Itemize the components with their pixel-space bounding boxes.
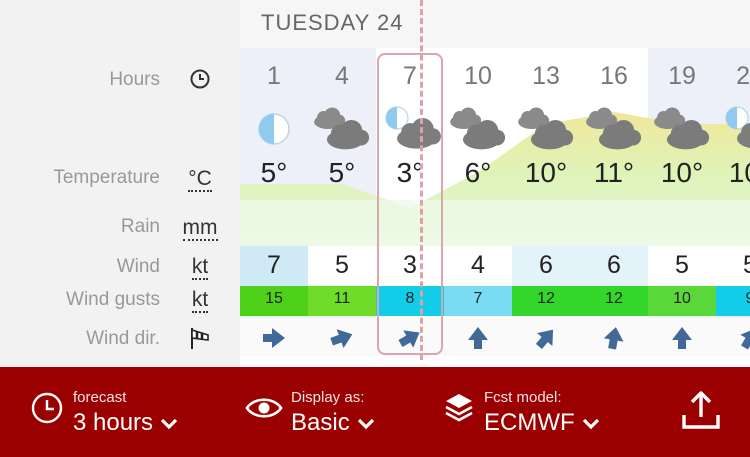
forecast-step-value: 3 hours [73,409,154,436]
cloudy-icon [308,104,376,154]
clock-icon [182,68,218,96]
wind-speed-value: 5 [335,251,349,279]
wind-speed-value: 6 [607,251,621,279]
display-mode-label: Display as: [291,389,365,406]
chevron-down-icon [160,418,178,429]
temperature-value: 10° [524,157,568,188]
forecast-table[interactable]: TUESDAY 24 1 5° 7 15 4 5° 5 11 7 3° 3 8 … [240,0,750,367]
wind-speed-value: 5 [716,251,750,280]
temperature-label: Temperature [53,167,160,188]
display-mode-value: Basic [291,409,350,436]
hours-label: Hours [109,69,160,90]
layers-icon [443,391,475,430]
wind-direction-arrow-icon [444,322,512,354]
bottom-toolbar: forecast 3 hours Display as: Basic Fcst … [0,367,750,457]
day-label: TUESDAY 24 [261,10,404,35]
temperature-value: 10° [660,157,704,188]
cloudy-icon [444,104,512,154]
wind-gust-value: 9 [716,290,750,308]
hour-label: 16 [600,62,628,90]
forecast-app: Hours Temperature °C Rain mm Wind kt Win… [0,0,750,457]
temperature-value: 6° [464,157,492,188]
moon-cloud-icon [716,104,750,154]
temperature-value: 5° [328,157,356,188]
wind-direction-arrow-icon [308,322,376,354]
wind-gust-value: 11 [333,290,351,307]
forecast-model-selector[interactable]: Fcst model: ECMWF [440,367,630,457]
hour-label: 13 [532,62,560,90]
selected-column-highlight [377,53,443,355]
rain-unit[interactable]: mm [182,216,218,241]
wind-gust-value: 12 [605,290,623,307]
share-button[interactable] [670,367,740,457]
wind-gust-value: 10 [673,290,691,307]
cloudy-icon [648,104,716,154]
night-moon-icon [240,104,308,154]
chevron-down-icon [357,418,374,429]
wind-direction-arrow-icon [512,322,580,354]
rain-label: Rain [120,216,160,237]
temperature-value: 10° [728,157,750,188]
wind-speed-value: 7 [267,251,281,279]
hour-label: 4 [335,62,349,90]
forecast-step-selector[interactable]: forecast 3 hours [0,367,230,457]
temperature-unit[interactable]: °C [182,167,218,192]
wind-speed-value: 6 [539,251,553,279]
wind-gust-value: 7 [473,290,483,307]
row-labels-panel: Hours Temperature °C Rain mm Wind kt Win… [0,0,240,367]
forecast-step-label: forecast [73,389,127,406]
forecast-model-value: ECMWF [484,409,575,436]
wind-direction-arrow-icon [648,322,716,354]
wind-direction-arrow-icon [716,322,750,354]
day-header: TUESDAY 24 [240,0,750,48]
wind-gust-value: 12 [537,290,555,307]
wind-label: Wind [116,256,160,277]
hour-label: 22 [736,62,750,90]
hour-label: 1 [267,62,281,90]
wind-direction-arrow-icon [240,322,308,354]
temperature-value: 5° [260,157,288,188]
hour-label: 10 [464,62,492,90]
windsock-icon [182,326,218,356]
wind-direction-label: Wind dir. [86,328,160,349]
share-icon [680,389,722,436]
eye-icon [245,394,283,427]
clock-icon [30,391,64,430]
display-mode-selector[interactable]: Display as: Basic [240,367,430,457]
temperature-value: 11° [593,157,635,188]
hour-label: 19 [668,62,696,90]
cloudy-icon [512,104,580,154]
forecast-model-label: Fcst model: [484,389,562,406]
chevron-down-icon [582,418,599,429]
gusts-unit[interactable]: kt [182,288,218,313]
current-time-line [420,0,423,360]
cloudy-icon [580,104,648,154]
wind-unit[interactable]: kt [182,255,218,280]
wind-direction-arrow-icon [580,322,648,354]
wind-gusts-label: Wind gusts [66,289,160,310]
wind-speed-value: 5 [675,251,689,279]
wind-speed-value: 4 [471,251,485,279]
wind-gust-value: 15 [265,290,283,307]
